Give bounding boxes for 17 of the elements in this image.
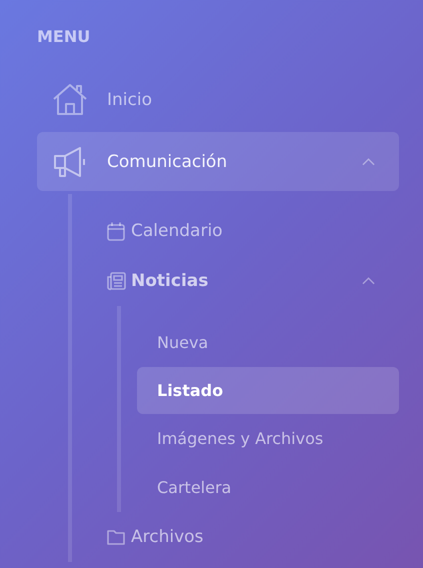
submenu-item[interactable]: Calendario bbox=[106, 206, 399, 256]
submenu-item[interactable]: Archivos bbox=[106, 512, 399, 562]
menu-item[interactable]: Inicio bbox=[37, 70, 399, 129]
megaphone-icon bbox=[52, 144, 88, 178]
newspaper-icon bbox=[106, 271, 126, 291]
submenu-item[interactable]: Imágenes y Archivos bbox=[137, 414, 399, 463]
submenu-item[interactable]: Nueva bbox=[137, 318, 399, 367]
submenu-item[interactable]: Listado bbox=[137, 367, 399, 414]
calendar-icon bbox=[106, 221, 126, 241]
chevron-up-icon bbox=[362, 158, 375, 166]
menu-item[interactable]: Comunicación bbox=[37, 132, 399, 191]
submenu-item[interactable]: Noticias bbox=[106, 256, 399, 306]
submenu-item[interactable]: Cartelera bbox=[137, 463, 399, 512]
menu-heading: MENU bbox=[37, 27, 90, 47]
chevron-up-icon bbox=[362, 277, 375, 285]
home-icon bbox=[52, 82, 88, 116]
folder-icon bbox=[106, 527, 126, 547]
